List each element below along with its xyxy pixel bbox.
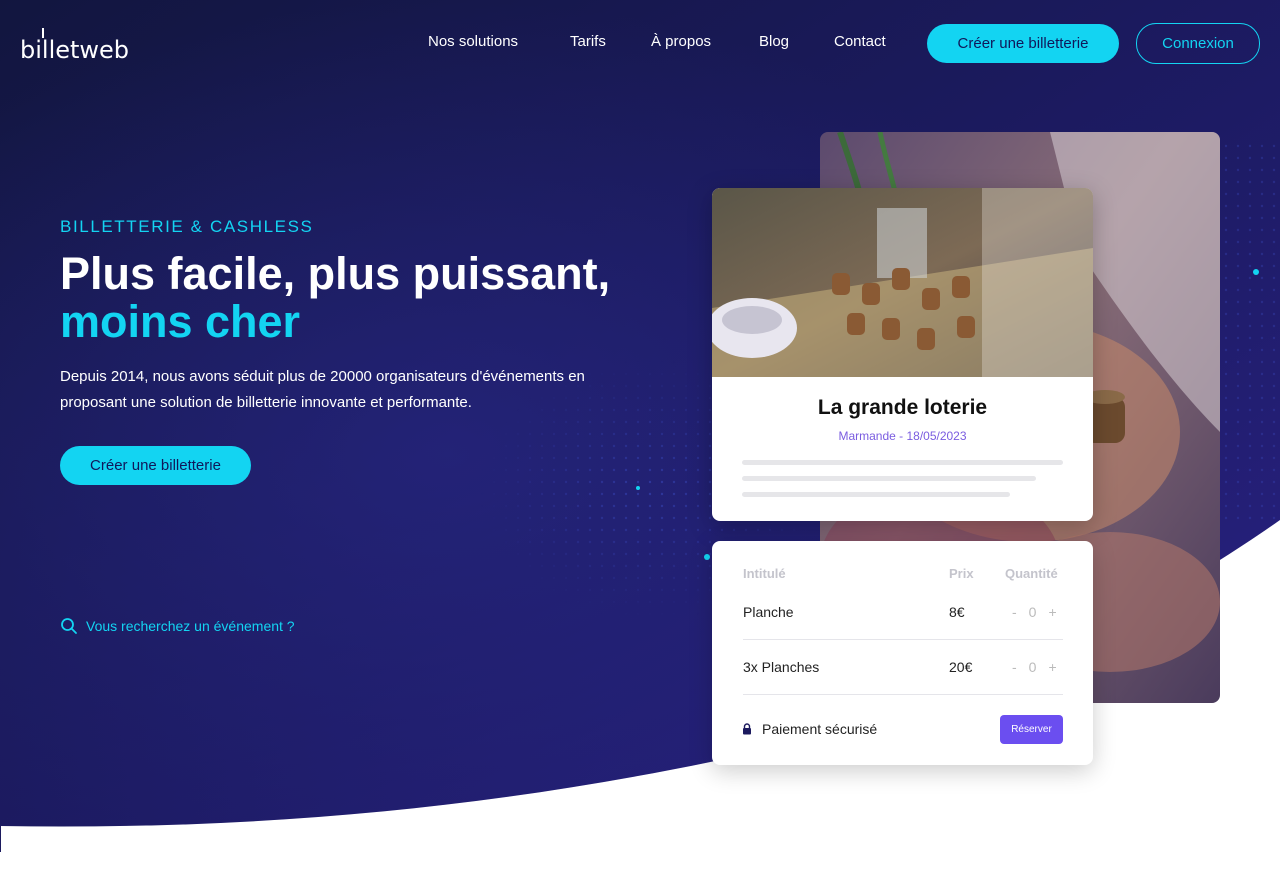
quantity-value: 0 <box>1028 604 1037 620</box>
ticket-row-price: 8€ <box>949 604 965 620</box>
ticket-row-name: 3x Planches <box>743 659 820 675</box>
nav-link-contact[interactable]: Contact <box>834 33 886 50</box>
event-photo <box>712 188 1093 377</box>
increment-button[interactable]: + <box>1048 659 1056 675</box>
search-event-link[interactable]: Vous recherchez un événement ? <box>60 616 295 636</box>
search-icon <box>61 618 77 634</box>
lock-icon <box>743 723 751 735</box>
hero-kicker: BILLETTERIE & CASHLESS <box>60 217 314 236</box>
headline-line-1: Plus facile, plus puissant, <box>60 248 611 299</box>
search-event-label: Vous recherchez un événement ? <box>86 618 295 634</box>
placeholder-line <box>742 460 1063 465</box>
ticket-row-price: 20€ <box>949 659 973 675</box>
decrement-button[interactable]: - <box>1012 659 1017 675</box>
event-subtitle: Marmande - 18/05/2023 <box>838 429 967 443</box>
row-divider <box>743 694 1063 695</box>
ticket-selection-card: Intitulé Prix Quantité Planche 8€ - 0 + … <box>712 541 1093 765</box>
reserve-button[interactable]: Réserver <box>1000 715 1063 744</box>
header-price: Prix <box>949 566 974 581</box>
headline-line-2: moins cher <box>60 296 301 347</box>
top-navigation: Nos solutions Tarifs À propos Blog Conta… <box>0 23 1280 64</box>
header-quantity: Quantité <box>1005 566 1058 581</box>
hero-headline: Plus facile, plus puissant, moins cher <box>60 250 700 346</box>
secure-payment-label: Paiement sécurisé <box>762 721 878 737</box>
decor-dot <box>704 554 710 560</box>
row-divider <box>743 639 1063 640</box>
header-name: Intitulé <box>743 566 786 581</box>
nav-link-solutions[interactable]: Nos solutions <box>428 33 518 50</box>
quantity-stepper[interactable]: - 0 + <box>1012 604 1057 620</box>
placeholder-line <box>742 492 1010 497</box>
placeholder-line <box>742 476 1036 481</box>
secure-payment: Paiement sécurisé <box>742 721 877 737</box>
hero-create-ticketing-button[interactable]: Créer une billetterie <box>60 446 251 485</box>
quantity-stepper[interactable]: - 0 + <box>1012 659 1057 675</box>
hero-section: billetweb Nos solutions Tarifs À propos … <box>0 0 1280 887</box>
nav-link-tarifs[interactable]: Tarifs <box>570 33 606 50</box>
login-button[interactable]: Connexion <box>1136 23 1260 64</box>
increment-button[interactable]: + <box>1048 604 1056 620</box>
decor-dot <box>636 486 640 490</box>
event-card[interactable]: La grande loterie Marmande - 18/05/2023 <box>712 188 1093 521</box>
hero-description: Depuis 2014, nous avons séduit plus de 2… <box>60 368 585 411</box>
quantity-value: 0 <box>1028 659 1037 675</box>
ticket-row-name: Planche <box>743 604 794 620</box>
decor-dot <box>1253 269 1259 275</box>
create-ticketing-button[interactable]: Créer une billetterie <box>927 24 1119 63</box>
nav-link-a-propos[interactable]: À propos <box>651 33 711 50</box>
event-title: La grande loterie <box>817 396 988 419</box>
nav-link-blog[interactable]: Blog <box>759 33 789 50</box>
decrement-button[interactable]: - <box>1012 604 1017 620</box>
